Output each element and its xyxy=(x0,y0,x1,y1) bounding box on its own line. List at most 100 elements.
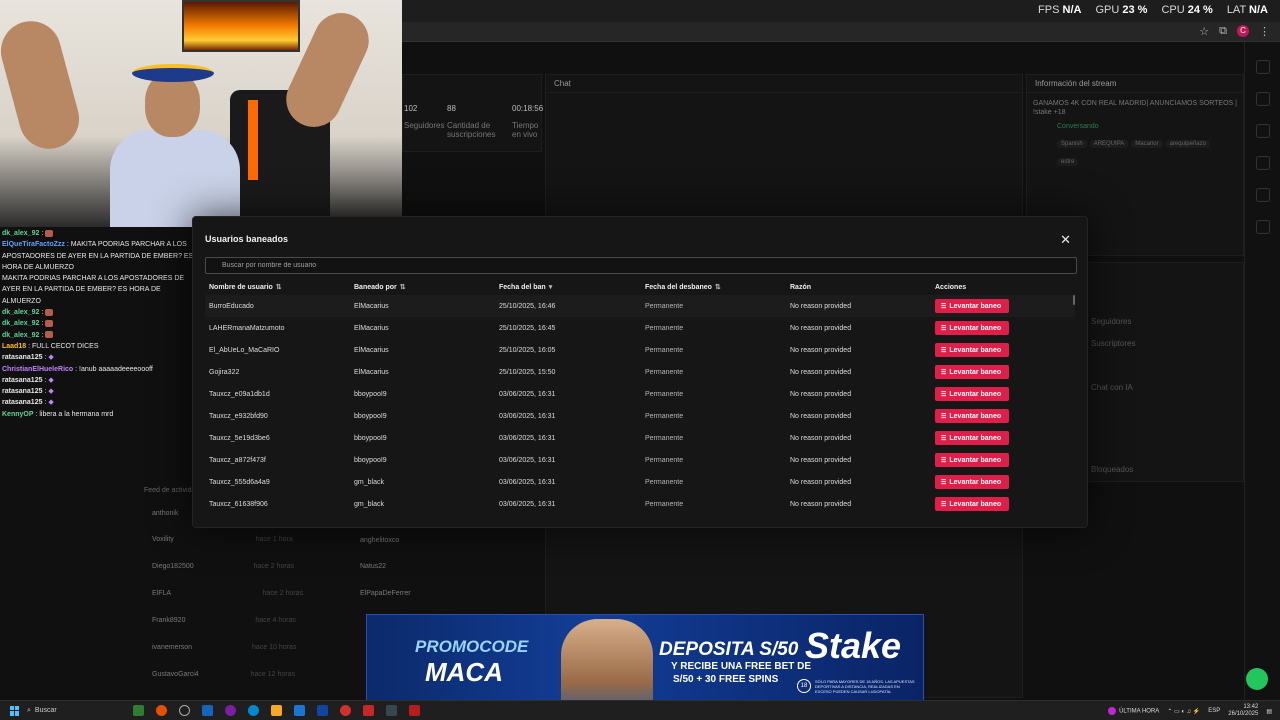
column-header-ban-date[interactable]: Fecha del ban ▾ xyxy=(499,283,645,291)
unban-button[interactable]: ☰ Levantar baneo xyxy=(935,343,1009,357)
column-header-unban-date[interactable]: Fecha del desbaneo ⇅ xyxy=(645,283,790,291)
sort-icon[interactable]: ⇅ xyxy=(400,284,406,291)
promo-deposit: DEPOSITA S/50 xyxy=(659,639,799,660)
sort-icon[interactable]: ⇅ xyxy=(276,284,282,291)
toolbar-button[interactable] xyxy=(1255,156,1270,170)
ban-date: 03/06/2025, 16:31 xyxy=(499,478,556,486)
unban-date: Permanente xyxy=(645,302,684,310)
taskbar-app-icon[interactable] xyxy=(409,705,420,716)
edge-icon[interactable] xyxy=(248,705,259,716)
taskbar-app-icon[interactable] xyxy=(294,705,305,716)
side-item[interactable]: Chat con IA xyxy=(1091,383,1133,392)
unban-button[interactable]: ☰ Levantar baneo xyxy=(935,497,1009,511)
sort-icon[interactable]: ⇅ xyxy=(715,284,721,291)
search-input[interactable] xyxy=(205,257,1077,274)
banned-by: gm_black xyxy=(354,500,384,508)
banned-by: ElMacarius xyxy=(354,346,389,354)
news-icon xyxy=(1108,707,1117,715)
unban-date: Permanente xyxy=(645,368,684,376)
clock[interactable]: 13:42 26/10/2025 xyxy=(1228,704,1258,718)
ban-date: 25/10/2025, 15:50 xyxy=(499,368,556,376)
taskbar-app-icon[interactable] xyxy=(179,705,190,716)
chat-text: MAKITA PODRIAS PARCHAR A LOS APOSTADORES… xyxy=(2,275,185,305)
taskbar-app-icon[interactable] xyxy=(363,705,374,716)
windows-start-icon[interactable] xyxy=(10,705,20,716)
table-row: Tauxcz_5e19d3be6 bboypooI9 03/06/2025, 16:… xyxy=(205,427,1075,449)
bookmark-star-icon[interactable]: ☆ xyxy=(1199,25,1209,38)
profile-avatar[interactable]: C xyxy=(1237,25,1249,37)
taskbar-app-icon[interactable] xyxy=(386,705,397,716)
chat-username: dk_alex_92 xyxy=(2,331,40,339)
side-item[interactable]: Seguidores xyxy=(1091,317,1131,326)
unban-button[interactable]: ☰ Levantar baneo xyxy=(935,453,1009,467)
close-icon[interactable]: ✕ xyxy=(1060,232,1071,248)
taskbar-search[interactable]: ⌕ Buscar xyxy=(27,707,127,715)
unban-date: Permanente xyxy=(645,434,684,442)
stream-category: Conversando xyxy=(1057,123,1099,130)
unban-button-label: Levantar baneo xyxy=(949,412,1002,420)
unban-button-label: Levantar baneo xyxy=(949,302,1002,310)
support-chat-icon[interactable] xyxy=(1246,668,1268,690)
feed-item: ElFLA hace 2 horas xyxy=(152,590,304,597)
scrollbar[interactable] xyxy=(1073,295,1075,305)
stat-live-time: 00:18:56 Tiempo en vivo xyxy=(512,104,544,139)
chat-username: ChristianElHueleRico xyxy=(2,365,74,373)
sort-desc-icon[interactable]: ▾ xyxy=(549,284,553,291)
banned-by: bboypooI9 xyxy=(354,434,387,442)
chat-emote-icon xyxy=(45,308,54,316)
toolbar-button[interactable] xyxy=(1255,188,1270,202)
chrome-icon[interactable] xyxy=(340,705,351,716)
taskbar-app-icon[interactable] xyxy=(225,705,236,716)
column-header-banned-by[interactable]: Baneado por ⇅ xyxy=(354,283,499,291)
feed-item: Voxility hace 1 hora xyxy=(152,536,293,543)
webcam-feed xyxy=(0,0,402,227)
unban-button[interactable]: ☰ Levantar baneo xyxy=(935,387,1009,401)
ban-date: 03/06/2025, 16:31 xyxy=(499,456,556,464)
tray-icons[interactable]: ⌃ ▭ ◐ ♫ ⚡ xyxy=(1167,708,1200,715)
chat-username: Laad18 xyxy=(2,342,27,350)
unban-button[interactable]: ☰ Levantar baneo xyxy=(935,409,1009,423)
unban-button-label: Levantar baneo xyxy=(949,346,1002,354)
table-row: El_AbUeLo_MaCaRIO ElMacarius 25/10/2025, 1… xyxy=(205,339,1075,361)
dashboard-right-toolbar xyxy=(1244,42,1280,700)
toolbar-button[interactable] xyxy=(1255,220,1270,234)
feed-item: anthonik xyxy=(152,510,179,517)
side-item[interactable]: Bloqueados xyxy=(1091,465,1133,474)
language-indicator[interactable]: ESP xyxy=(1208,708,1220,714)
performance-overlay-bar: FPS N/A GPU 23 % CPU 24 % LAT N/A xyxy=(402,0,1280,22)
unban-button-label: Levantar baneo xyxy=(949,500,1002,508)
unban-button[interactable]: ☰ Levantar baneo xyxy=(935,431,1009,445)
table-row: Tauxcz_e932bfd90 bboypooI9 03/06/2025, 16:… xyxy=(205,405,1075,427)
notifications-icon[interactable]: ▤ xyxy=(1266,708,1272,715)
chat-emote-icon xyxy=(45,229,54,237)
taskbar-app-icon[interactable] xyxy=(202,705,213,716)
side-item[interactable]: Suscriptores xyxy=(1091,339,1135,348)
unban-button[interactable]: ☰ Levantar baneo xyxy=(935,475,1009,489)
banned-users-table: Nombre de usuario ⇅ Baneado por ⇅ Fecha de… xyxy=(205,279,1075,515)
unban-button[interactable]: ☰ Levantar baneo xyxy=(935,321,1009,335)
promo-offer-detail: S/50 + 30 FREE SPINS xyxy=(673,674,779,685)
chat-message: dk_alex_92 : xyxy=(2,228,198,239)
extensions-icon[interactable]: ⧉ xyxy=(1219,25,1227,38)
taskbar-app-icon[interactable] xyxy=(133,705,144,716)
feed-item: ivanemerson hace 10 horas xyxy=(152,644,297,651)
fireplace-poster xyxy=(182,0,300,52)
taskbar-app-icon[interactable] xyxy=(156,705,167,716)
folder-icon[interactable] xyxy=(271,705,282,716)
news-widget[interactable]: ÚLTIMA HORA xyxy=(1108,707,1159,715)
stream-chat-overlay: dk_alex_92 : ElQueTiraFactoZzz : MAKITA … xyxy=(0,227,200,418)
unban-button-label: Levantar baneo xyxy=(949,456,1002,464)
outlook-icon[interactable] xyxy=(317,705,328,716)
unban-button[interactable]: ☰ Levantar baneo xyxy=(935,299,1009,313)
ban-reason: No reason provided xyxy=(790,412,852,420)
toolbar-button[interactable] xyxy=(1255,60,1270,74)
unban-button[interactable]: ☰ Levantar baneo xyxy=(935,365,1009,379)
toolbar-button[interactable] xyxy=(1255,92,1270,106)
table-row: Tauxcz_61638f906 gm_black 03/06/2025, 16:3… xyxy=(205,493,1075,515)
banned-username: Tauxcz_e09a1db1d xyxy=(209,390,270,398)
table-row: BurroEducado ElMacarius 25/10/2025, 16:46 P… xyxy=(205,295,1075,317)
chat-message: ElQueTiraFactoZzz : MAKITA PODRIAS PARCH… xyxy=(2,241,194,271)
browser-menu-icon[interactable]: ⋮ xyxy=(1259,25,1270,38)
toolbar-button[interactable] xyxy=(1255,124,1270,138)
column-header-username[interactable]: Nombre de usuario ⇅ xyxy=(209,283,354,291)
